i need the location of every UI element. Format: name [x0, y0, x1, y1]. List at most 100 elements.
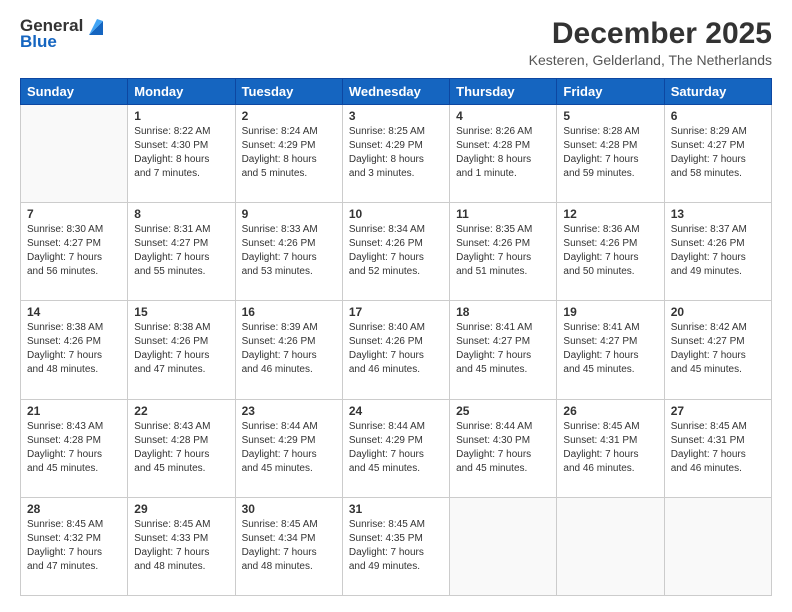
day-number: 7 — [27, 207, 121, 221]
day-number: 11 — [456, 207, 550, 221]
day-info: Sunrise: 8:45 AM Sunset: 4:33 PM Dayligh… — [134, 518, 228, 574]
calendar-week-row: 7Sunrise: 8:30 AM Sunset: 4:27 PM Daylig… — [21, 203, 772, 301]
calendar-cell: 26Sunrise: 8:45 AM Sunset: 4:31 PM Dayli… — [557, 399, 664, 497]
main-title: December 2025 — [529, 16, 772, 52]
day-info: Sunrise: 8:44 AM Sunset: 4:30 PM Dayligh… — [456, 420, 550, 476]
day-number: 5 — [563, 109, 657, 123]
calendar-cell: 17 Sunrise: 8:40 AM Sunset: 4:26 PM Dayli… — [342, 301, 449, 399]
calendar-cell: 14Sunrise: 8:38 AM Sunset: 4:26 PM Dayli… — [21, 301, 128, 399]
day-info: Sunrise: 8:24 AM Sunset: 4:29 PM Dayligh… — [242, 125, 336, 181]
day-number: 27 — [671, 404, 765, 418]
day-info: Sunrise: 8:41 AM Sunset: 4:27 PM Dayligh… — [456, 321, 550, 377]
calendar-cell: 16 Sunrise: 8:39 AM Sunset: 4:26 PM Dayli… — [235, 301, 342, 399]
day-number: 13 — [671, 207, 765, 221]
calendar-cell: 3 Sunrise: 8:25 AM Sunset: 4:29 PM Daylig… — [342, 105, 449, 203]
day-number: 18 — [456, 305, 550, 319]
calendar-cell: 9Sunrise: 8:33 AM Sunset: 4:26 PM Daylig… — [235, 203, 342, 301]
calendar-cell — [450, 497, 557, 595]
calendar-cell: 10 Sunrise: 8:34 AM Sunset: 4:26 PM Dayli… — [342, 203, 449, 301]
calendar-cell: 2 Sunrise: 8:24 AM Sunset: 4:29 PM Daylig… — [235, 105, 342, 203]
day-number: 12 — [563, 207, 657, 221]
day-info: Sunrise: 8:45 AM Sunset: 4:31 PM Dayligh… — [671, 420, 765, 476]
day-info: Sunrise: 8:38 AM Sunset: 4:26 PM Dayligh… — [134, 321, 228, 377]
day-info: Sunrise: 8:44 AM Sunset: 4:29 PM Dayligh… — [349, 420, 443, 476]
subtitle: Kesteren, Gelderland, The Netherlands — [529, 52, 772, 68]
day-number: 25 — [456, 404, 550, 418]
day-number: 30 — [242, 502, 336, 516]
calendar-cell: 20Sunrise: 8:42 AM Sunset: 4:27 PM Dayli… — [664, 301, 771, 399]
day-info: Sunrise: 8:45 AM Sunset: 4:31 PM Dayligh… — [563, 420, 657, 476]
calendar-cell: 7Sunrise: 8:30 AM Sunset: 4:27 PM Daylig… — [21, 203, 128, 301]
day-info: Sunrise: 8:43 AM Sunset: 4:28 PM Dayligh… — [27, 420, 121, 476]
day-header-thursday: Thursday — [450, 79, 557, 105]
day-info: Sunrise: 8:34 AM Sunset: 4:26 PM Dayligh… — [349, 223, 443, 279]
day-number: 20 — [671, 305, 765, 319]
calendar-week-row: 14Sunrise: 8:38 AM Sunset: 4:26 PM Dayli… — [21, 301, 772, 399]
calendar-cell: 15Sunrise: 8:38 AM Sunset: 4:26 PM Dayli… — [128, 301, 235, 399]
day-header-sunday: Sunday — [21, 79, 128, 105]
day-number: 24 — [349, 404, 443, 418]
calendar-cell: 21 Sunrise: 8:43 AM Sunset: 4:28 PM Dayli… — [21, 399, 128, 497]
day-info: Sunrise: 8:38 AM Sunset: 4:26 PM Dayligh… — [27, 321, 121, 377]
calendar-cell: 30 Sunrise: 8:45 AM Sunset: 4:34 PM Dayli… — [235, 497, 342, 595]
day-number: 19 — [563, 305, 657, 319]
calendar-cell: 28Sunrise: 8:45 AM Sunset: 4:32 PM Dayli… — [21, 497, 128, 595]
day-number: 31 — [349, 502, 443, 516]
day-number: 22 — [134, 404, 228, 418]
day-info: Sunrise: 8:22 AM Sunset: 4:30 PM Dayligh… — [134, 125, 228, 181]
day-info: Sunrise: 8:26 AM Sunset: 4:28 PM Dayligh… — [456, 125, 550, 181]
calendar-cell: 31 Sunrise: 8:45 AM Sunset: 4:35 PM Dayli… — [342, 497, 449, 595]
day-header-wednesday: Wednesday — [342, 79, 449, 105]
day-number: 1 — [134, 109, 228, 123]
day-info: Sunrise: 8:40 AM Sunset: 4:26 PM Dayligh… — [349, 321, 443, 377]
calendar-cell — [664, 497, 771, 595]
day-header-monday: Monday — [128, 79, 235, 105]
day-info: Sunrise: 8:35 AM Sunset: 4:26 PM Dayligh… — [456, 223, 550, 279]
calendar-cell: 5 Sunrise: 8:28 AM Sunset: 4:28 PM Daylig… — [557, 105, 664, 203]
calendar-week-row: 21 Sunrise: 8:43 AM Sunset: 4:28 PM Dayli… — [21, 399, 772, 497]
calendar-table: SundayMondayTuesdayWednesdayThursdayFrid… — [20, 78, 772, 596]
calendar-cell: 8Sunrise: 8:31 AM Sunset: 4:27 PM Daylig… — [128, 203, 235, 301]
day-number: 6 — [671, 109, 765, 123]
calendar-week-row: 1 Sunrise: 8:22 AM Sunset: 4:30 PM Daylig… — [21, 105, 772, 203]
day-header-friday: Friday — [557, 79, 664, 105]
day-number: 2 — [242, 109, 336, 123]
day-info: Sunrise: 8:44 AM Sunset: 4:29 PM Dayligh… — [242, 420, 336, 476]
day-number: 17 — [349, 305, 443, 319]
day-info: Sunrise: 8:33 AM Sunset: 4:26 PM Dayligh… — [242, 223, 336, 279]
logo-blue-text: Blue — [20, 32, 57, 52]
day-number: 21 — [27, 404, 121, 418]
calendar-cell: 13Sunrise: 8:37 AM Sunset: 4:26 PM Dayli… — [664, 203, 771, 301]
day-info: Sunrise: 8:39 AM Sunset: 4:26 PM Dayligh… — [242, 321, 336, 377]
header: General Blue December 2025 Kesteren, Gel… — [20, 16, 772, 68]
day-info: Sunrise: 8:29 AM Sunset: 4:27 PM Dayligh… — [671, 125, 765, 181]
day-info: Sunrise: 8:43 AM Sunset: 4:28 PM Dayligh… — [134, 420, 228, 476]
calendar-cell: 25 Sunrise: 8:44 AM Sunset: 4:30 PM Dayli… — [450, 399, 557, 497]
day-info: Sunrise: 8:25 AM Sunset: 4:29 PM Dayligh… — [349, 125, 443, 181]
day-info: Sunrise: 8:36 AM Sunset: 4:26 PM Dayligh… — [563, 223, 657, 279]
page: General Blue December 2025 Kesteren, Gel… — [0, 0, 792, 612]
day-number: 29 — [134, 502, 228, 516]
calendar-cell: 23Sunrise: 8:44 AM Sunset: 4:29 PM Dayli… — [235, 399, 342, 497]
logo-wing-icon — [85, 17, 103, 35]
calendar-cell: 4Sunrise: 8:26 AM Sunset: 4:28 PM Daylig… — [450, 105, 557, 203]
calendar-cell: 24 Sunrise: 8:44 AM Sunset: 4:29 PM Dayli… — [342, 399, 449, 497]
day-header-tuesday: Tuesday — [235, 79, 342, 105]
calendar-cell: 12 Sunrise: 8:36 AM Sunset: 4:26 PM Dayli… — [557, 203, 664, 301]
day-info: Sunrise: 8:28 AM Sunset: 4:28 PM Dayligh… — [563, 125, 657, 181]
logo: General Blue — [20, 16, 103, 52]
day-number: 10 — [349, 207, 443, 221]
calendar-cell: 29 Sunrise: 8:45 AM Sunset: 4:33 PM Dayli… — [128, 497, 235, 595]
calendar-cell: 22 Sunrise: 8:43 AM Sunset: 4:28 PM Dayli… — [128, 399, 235, 497]
day-info: Sunrise: 8:45 AM Sunset: 4:35 PM Dayligh… — [349, 518, 443, 574]
calendar-header-row: SundayMondayTuesdayWednesdayThursdayFrid… — [21, 79, 772, 105]
calendar-cell — [21, 105, 128, 203]
calendar-cell: 6 Sunrise: 8:29 AM Sunset: 4:27 PM Daylig… — [664, 105, 771, 203]
calendar-cell: 27 Sunrise: 8:45 AM Sunset: 4:31 PM Dayli… — [664, 399, 771, 497]
day-info: Sunrise: 8:45 AM Sunset: 4:34 PM Dayligh… — [242, 518, 336, 574]
day-number: 3 — [349, 109, 443, 123]
calendar-cell — [557, 497, 664, 595]
day-info: Sunrise: 8:45 AM Sunset: 4:32 PM Dayligh… — [27, 518, 121, 574]
day-info: Sunrise: 8:31 AM Sunset: 4:27 PM Dayligh… — [134, 223, 228, 279]
day-number: 16 — [242, 305, 336, 319]
